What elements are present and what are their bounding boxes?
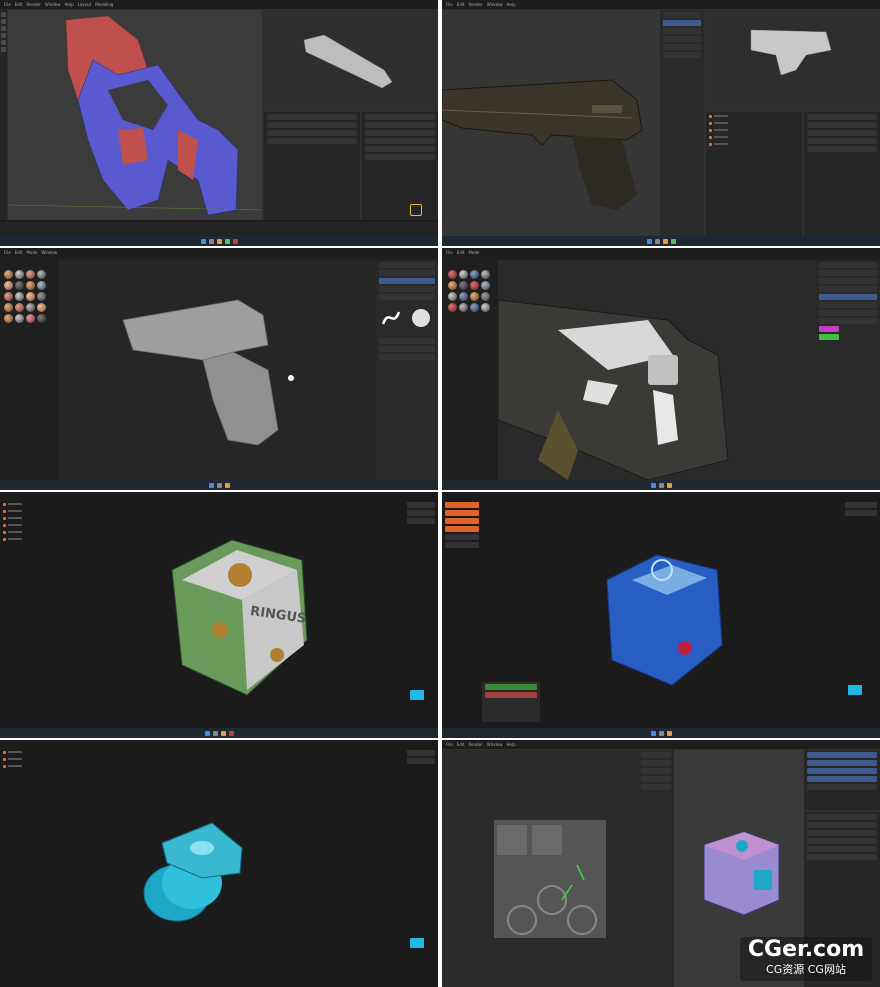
menu-window[interactable]: Window	[487, 742, 503, 747]
3d-viewport[interactable]	[42, 748, 404, 972]
screenshot-panel-7	[0, 740, 438, 987]
outliner-panel	[0, 500, 42, 720]
pistol-clay-render	[122, 299, 294, 446]
command-panel	[482, 682, 540, 722]
select-tool-icon[interactable]	[1, 12, 6, 17]
screenshot-panel-2: File Edit Render Window Help	[442, 0, 880, 246]
material-preview-viewport[interactable]	[706, 10, 880, 110]
menu-help[interactable]: Help	[506, 742, 515, 747]
menu-window[interactable]: Window	[487, 2, 503, 7]
windows-taskbar	[442, 728, 880, 738]
sidebar-n-panel	[660, 10, 704, 236]
screenshot-panel-1: File Edit Render Window Help Layout Mode…	[0, 0, 438, 246]
menu-edit[interactable]: Edit	[457, 250, 465, 255]
wireframe-model-illustration	[7, 15, 263, 216]
layers-panel	[816, 260, 880, 480]
timeline[interactable]	[0, 220, 438, 237]
render-preview-viewport[interactable]	[264, 10, 438, 110]
outliner-panel	[442, 500, 482, 720]
outliner-panel	[264, 112, 360, 220]
screenshot-panel-4: File Edit Mode	[442, 248, 880, 490]
menu-window[interactable]: Window	[41, 250, 57, 255]
cyan-parts-model	[143, 822, 243, 922]
uv-layout	[494, 820, 606, 938]
menu-bar: File Edit Render Window Help	[442, 740, 880, 749]
material-library[interactable]	[448, 270, 490, 312]
watermark-sub-text: CG资源 CG网站	[766, 963, 846, 976]
windows-taskbar	[442, 480, 880, 490]
uv-sidebar	[638, 750, 674, 987]
menu-edit[interactable]: Edit	[457, 2, 465, 7]
menu-file[interactable]: File	[446, 2, 453, 7]
uv-editor[interactable]	[442, 750, 638, 987]
menu-edit[interactable]: Edit	[15, 250, 23, 255]
toggle-button[interactable]	[848, 685, 862, 695]
menu-render[interactable]: Render	[468, 742, 482, 747]
rotate-tool-icon[interactable]	[1, 26, 6, 31]
scale-tool-icon[interactable]	[1, 33, 6, 38]
toggle-button[interactable]	[410, 938, 424, 948]
menu-bar: File Edit Mode	[442, 248, 880, 257]
menu-mode[interactable]: Mode	[26, 250, 37, 255]
menu-help[interactable]: Help	[506, 2, 515, 7]
windows-taskbar	[0, 728, 438, 738]
pistol-render	[442, 79, 643, 210]
menu-render[interactable]: Render	[26, 2, 40, 7]
measure-tool-icon[interactable]	[1, 47, 6, 52]
windows-taskbar	[442, 236, 880, 246]
workspace-tab-layout[interactable]: Layout	[78, 2, 92, 7]
watermark-main-text: CGer.com	[747, 937, 865, 962]
menu-bar: File Edit Mode Window	[0, 248, 438, 257]
toggle-button[interactable]	[410, 690, 424, 700]
properties-panel	[404, 500, 438, 724]
pistol-clay-preview	[750, 29, 832, 76]
menu-file[interactable]: File	[4, 250, 11, 255]
windows-taskbar	[0, 236, 438, 246]
texture-set-panel	[376, 260, 438, 480]
annotate-tool-icon[interactable]	[1, 40, 6, 45]
3d-viewport[interactable]	[58, 260, 376, 480]
properties-panel	[804, 112, 880, 236]
brush-preview-icon	[381, 309, 430, 327]
3d-viewport[interactable]: RINGUS	[42, 500, 404, 724]
properties-panel	[362, 112, 438, 220]
windows-taskbar	[0, 480, 438, 490]
3d-viewport[interactable]	[442, 10, 660, 236]
ringus-cube-model: RINGUS	[171, 539, 308, 696]
pistol-slide-render	[303, 34, 393, 89]
properties-panel	[404, 748, 438, 972]
outliner-panel	[0, 748, 42, 968]
menu-edit[interactable]: Edit	[15, 2, 23, 7]
menu-window[interactable]: Window	[45, 2, 61, 7]
pistol-textured-closeup	[497, 299, 729, 481]
screenshot-panel-8: File Edit Render Window Help CGer.com CG…	[442, 740, 880, 987]
material-library[interactable]	[4, 270, 46, 323]
menu-file[interactable]: File	[446, 250, 453, 255]
workspace-tab-modeling[interactable]: Modeling	[95, 2, 113, 7]
tool-strip	[0, 10, 7, 220]
menu-bar: File Edit Render Window Help Layout Mode…	[0, 0, 438, 9]
menu-render[interactable]: Render	[468, 2, 482, 7]
3d-viewport[interactable]	[542, 500, 842, 724]
outliner-panel	[706, 112, 802, 236]
menu-file[interactable]: File	[4, 2, 11, 7]
menu-edit[interactable]: Edit	[457, 742, 465, 747]
menu-mode[interactable]: Mode	[468, 250, 479, 255]
screenshot-panel-3: File Edit Mode Window	[0, 248, 438, 490]
screenshot-panel-5: RINGUS	[0, 492, 438, 738]
outliner-panel	[804, 750, 880, 810]
move-tool-icon[interactable]	[1, 19, 6, 24]
screenshot-panel-6	[442, 492, 880, 738]
keyframe-icon[interactable]	[410, 204, 422, 216]
watermark: CGer.com CG资源 CG网站	[740, 937, 872, 981]
3d-viewport[interactable]	[497, 260, 816, 481]
properties-panel	[842, 500, 880, 724]
xray-cube-model	[606, 554, 723, 686]
menu-bar: File Edit Render Window Help	[442, 0, 880, 9]
menu-help[interactable]: Help	[64, 2, 73, 7]
menu-file[interactable]: File	[446, 742, 453, 747]
3d-viewport[interactable]	[7, 10, 263, 220]
